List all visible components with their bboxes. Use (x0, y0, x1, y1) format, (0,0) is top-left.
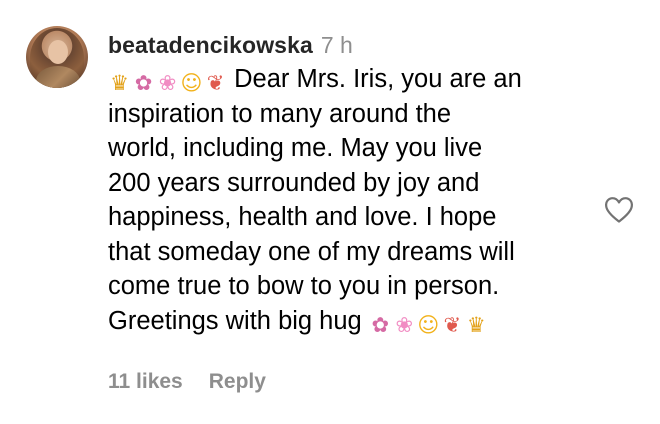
comment-text-line: 200 years surrounded by joy and (108, 168, 480, 197)
cherry-blossom-emoji: ❀ (158, 71, 177, 95)
avatar-body (36, 66, 80, 88)
kiss-emoji: ☺ (180, 71, 203, 95)
kiss-emoji: ☺ (417, 312, 440, 337)
comment: beatadencikowska 7 h ♛ ✿ ❀ ☺ ❦ Dear Mrs.… (0, 0, 660, 424)
comment-text-line: Greetings with big hug (108, 306, 362, 335)
comment-text-line: Dear Mrs. Iris, you are an (234, 65, 522, 93)
bouquet-emoji: ❦ (206, 71, 225, 95)
crown-emoji: ♛ (110, 71, 129, 95)
username[interactable]: beatadencikowska (108, 32, 313, 59)
timestamp[interactable]: 7 h (321, 32, 353, 59)
comment-header: beatadencikowska 7 h (108, 32, 353, 62)
comment-text-line: world, including me. May you live (108, 134, 483, 162)
cherry-blossom-emoji: ❀ (395, 312, 414, 337)
trailing-emojis: ✿ ❀ ☺ ❦ ♛ (369, 312, 488, 337)
bouquet-emoji: ❦ (443, 312, 462, 337)
avatar[interactable] (26, 26, 88, 88)
gift-emoji: ✿ (371, 312, 390, 337)
heart-outline-icon[interactable] (604, 196, 634, 224)
heart-outline-icon-svg (605, 197, 633, 223)
comment-text-line: that someday one of my dreams will (108, 237, 515, 266)
avatar-face (48, 40, 68, 64)
comment-text-line: inspiration to many around the (108, 99, 452, 128)
leading-emojis: ♛ ✿ ❀ ☺ ❦ (108, 72, 227, 95)
gift-emoji: ✿ (134, 71, 153, 95)
comment-text-line: happiness, health and love. I hope (108, 203, 497, 231)
comment-line-8: Greetings with big hug ✿ ❀ ☺ ❦ ♛ (108, 304, 598, 339)
comment-text: ♛ ✿ ❀ ☺ ❦ Dear Mrs. Iris, you are an ins… (108, 62, 598, 338)
likes-count-link[interactable]: 11 likes (108, 370, 183, 394)
comment-text-line: come true to bow to you in person. (108, 272, 500, 300)
reply-button[interactable]: Reply (209, 370, 266, 394)
crown-emoji: ♛ (466, 312, 486, 337)
comment-footer: 11 likes Reply (108, 370, 266, 394)
comment-line-1: ♛ ✿ ❀ ☺ ❦ Dear Mrs. Iris, you are an (108, 62, 598, 97)
